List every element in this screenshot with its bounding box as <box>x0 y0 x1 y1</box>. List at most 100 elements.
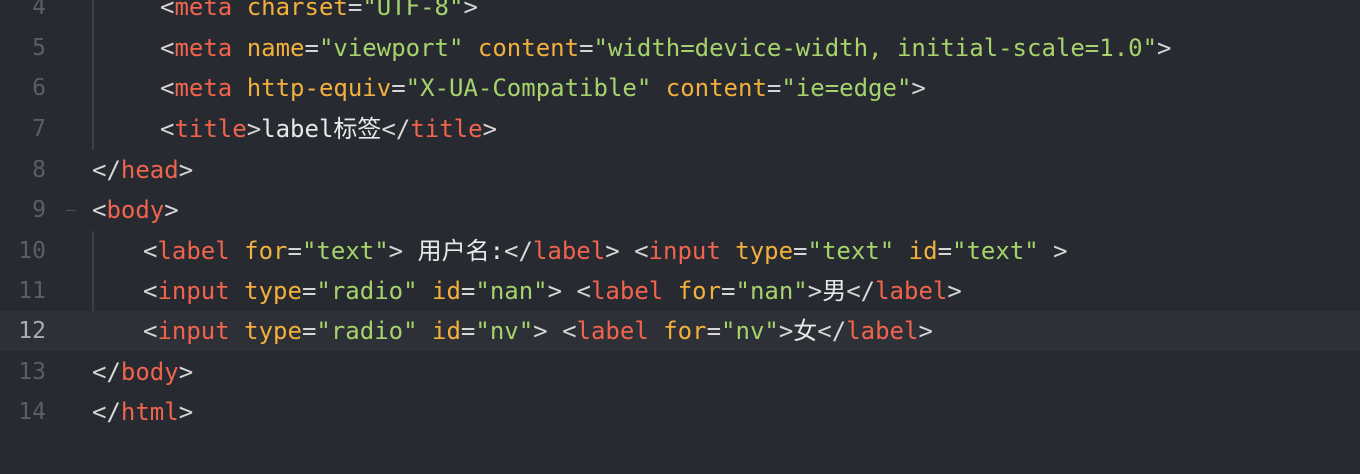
code-token: > <box>388 237 404 265</box>
code-token: = <box>304 34 319 62</box>
code-token: = <box>721 277 736 305</box>
code-token: < <box>160 0 175 21</box>
code-token: name <box>246 34 305 62</box>
line-number: 13 <box>18 359 46 385</box>
code-line[interactable]: 13 </body> <box>0 352 1360 392</box>
code-token: < <box>143 277 158 305</box>
code-text: <label for="text"> 用户名:</label> <input t… <box>143 231 1068 271</box>
code-token: html <box>120 398 179 426</box>
code-text: <meta http-equiv="X-UA-Compatible" conte… <box>160 68 926 108</box>
code-token: > <box>178 156 194 184</box>
code-token: = <box>301 317 317 345</box>
code-token: </ <box>504 237 533 265</box>
code-token: 女 <box>793 317 818 345</box>
code-token: id <box>432 317 461 345</box>
code-token: content <box>477 34 580 62</box>
code-token: = <box>706 317 722 345</box>
code-token: "radio" <box>316 317 418 345</box>
line-number: 11 <box>18 278 46 304</box>
code-token: "ie=edge" <box>781 74 912 102</box>
line-number: 4 <box>32 0 46 20</box>
code-editor[interactable]: 4 <meta charset="UTF-8"> 5 <meta name="view… <box>0 0 1360 474</box>
code-token: label <box>875 277 948 305</box>
code-text: <meta name="viewport" content="width=dev… <box>160 28 1172 68</box>
code-token: </ <box>92 398 121 426</box>
code-line[interactable]: 12 <input type="radio" id="nv"> <label fo… <box>0 311 1360 351</box>
code-line[interactable]: 10 <label for="text"> 用户名:</label> <input… <box>0 231 1360 271</box>
code-line[interactable]: 4 <meta charset="UTF-8"> <box>0 0 1360 27</box>
code-token: > <box>463 0 478 21</box>
code-line[interactable]: 8 </head> <box>0 150 1360 190</box>
code-line[interactable]: 6 <meta http-equiv="X-UA-Compatible" cont… <box>0 68 1360 108</box>
code-text: <meta charset="UTF-8"> <box>160 0 478 27</box>
code-token: > <box>807 277 823 305</box>
code-token: = <box>579 34 594 62</box>
code-token: = <box>766 74 782 102</box>
code-token: for <box>244 237 288 265</box>
code-line[interactable]: 14 </html> <box>0 392 1360 432</box>
code-line[interactable]: 9– <body> <box>0 190 1360 230</box>
code-token: "radio" <box>316 277 418 305</box>
code-line[interactable]: 7 <title>label标签</title> <box>0 109 1360 149</box>
code-token: "nv" <box>721 317 779 345</box>
code-token: > <box>778 317 794 345</box>
code-token: type <box>735 237 794 265</box>
code-line[interactable]: 5 <meta name="viewport" content="width=de… <box>0 28 1360 68</box>
code-token: > <box>178 358 194 386</box>
code-text: </html> <box>92 392 193 432</box>
code-text: <input type="radio" id="nv"> <label for=… <box>143 311 933 351</box>
code-text: <input type="radio" id="nan"> <label for… <box>143 271 962 311</box>
code-token: body <box>120 358 179 386</box>
code-token: "text" <box>807 237 895 265</box>
line-number: 5 <box>32 35 46 61</box>
code-token: meta <box>174 74 233 102</box>
code-token: "nv" <box>475 317 534 345</box>
code-token: = <box>391 74 406 102</box>
code-token: label <box>846 317 919 345</box>
code-token: charset <box>246 0 348 21</box>
code-token: = <box>347 0 363 21</box>
line-number: 6 <box>32 75 46 101</box>
line-number: 12 <box>18 318 46 344</box>
code-text: <title>label标签</title> <box>160 109 497 149</box>
code-token: </ <box>846 277 876 305</box>
code-token: for <box>677 277 722 305</box>
line-number: 10 <box>18 238 46 264</box>
code-token: = <box>301 277 317 305</box>
code-token: meta <box>174 0 233 21</box>
code-token: > <box>246 115 262 143</box>
code-token: label <box>157 237 230 265</box>
code-token: 男 <box>822 277 847 305</box>
code-token: "nan" <box>475 277 548 305</box>
code-token: for <box>663 317 707 345</box>
code-token: > <box>547 277 563 305</box>
code-token: < <box>634 237 649 265</box>
code-token: "width=device-width, initial-scale=1.0" <box>593 34 1158 62</box>
code-text: </body> <box>92 352 193 392</box>
code-token: http-equiv <box>246 74 392 102</box>
line-number: 14 <box>18 399 46 425</box>
code-token: < <box>92 196 107 224</box>
code-token: > <box>1157 34 1172 62</box>
fold-toggle-icon[interactable]: – <box>66 190 76 230</box>
code-token: = <box>793 237 808 265</box>
code-token: </ <box>92 156 121 184</box>
code-text: </head> <box>92 150 193 190</box>
code-token: > <box>947 277 962 305</box>
code-token: id <box>908 237 938 265</box>
code-token: meta <box>174 34 233 62</box>
code-token: < <box>160 115 175 143</box>
code-line[interactable]: 11 <input type="radio" id="nan"> <label f… <box>0 271 1360 311</box>
